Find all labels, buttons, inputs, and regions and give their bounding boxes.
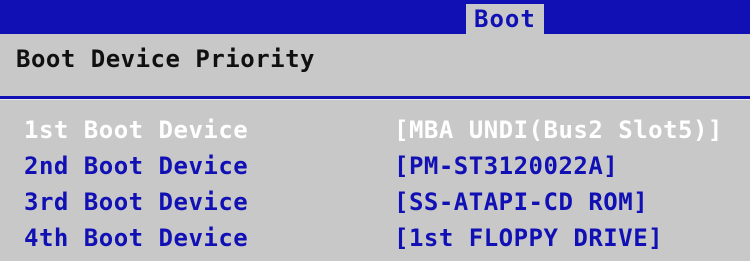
boot-device-row-2nd[interactable]: 2nd Boot Device [PM-ST3120022A] [0,150,750,182]
divider-highlight [0,99,750,100]
bios-menu-bar: Boot [0,0,750,34]
boot-device-label: 2nd Boot Device [24,152,249,180]
page-title: Boot Device Priority [16,45,315,73]
boot-device-label: 1st Boot Device [24,116,249,144]
boot-device-value[interactable]: [SS-ATAPI-CD ROM] [394,186,648,218]
boot-device-value[interactable]: [PM-ST3120022A] [394,150,618,182]
boot-device-row-1st[interactable]: 1st Boot Device [MBA UNDI(Bus2 Slot5)] [0,114,750,146]
boot-device-value[interactable]: [MBA UNDI(Bus2 Slot5)] [394,114,723,146]
boot-device-label: 3rd Boot Device [24,188,249,216]
boot-device-row-4th[interactable]: 4th Boot Device [1st FLOPPY DRIVE] [0,222,750,254]
boot-device-row-3rd[interactable]: 3rd Boot Device [SS-ATAPI-CD ROM] [0,186,750,218]
boot-device-label: 4th Boot Device [24,224,249,252]
boot-device-value[interactable]: [1st FLOPPY DRIVE] [394,222,663,254]
tab-boot[interactable]: Boot [466,4,544,34]
